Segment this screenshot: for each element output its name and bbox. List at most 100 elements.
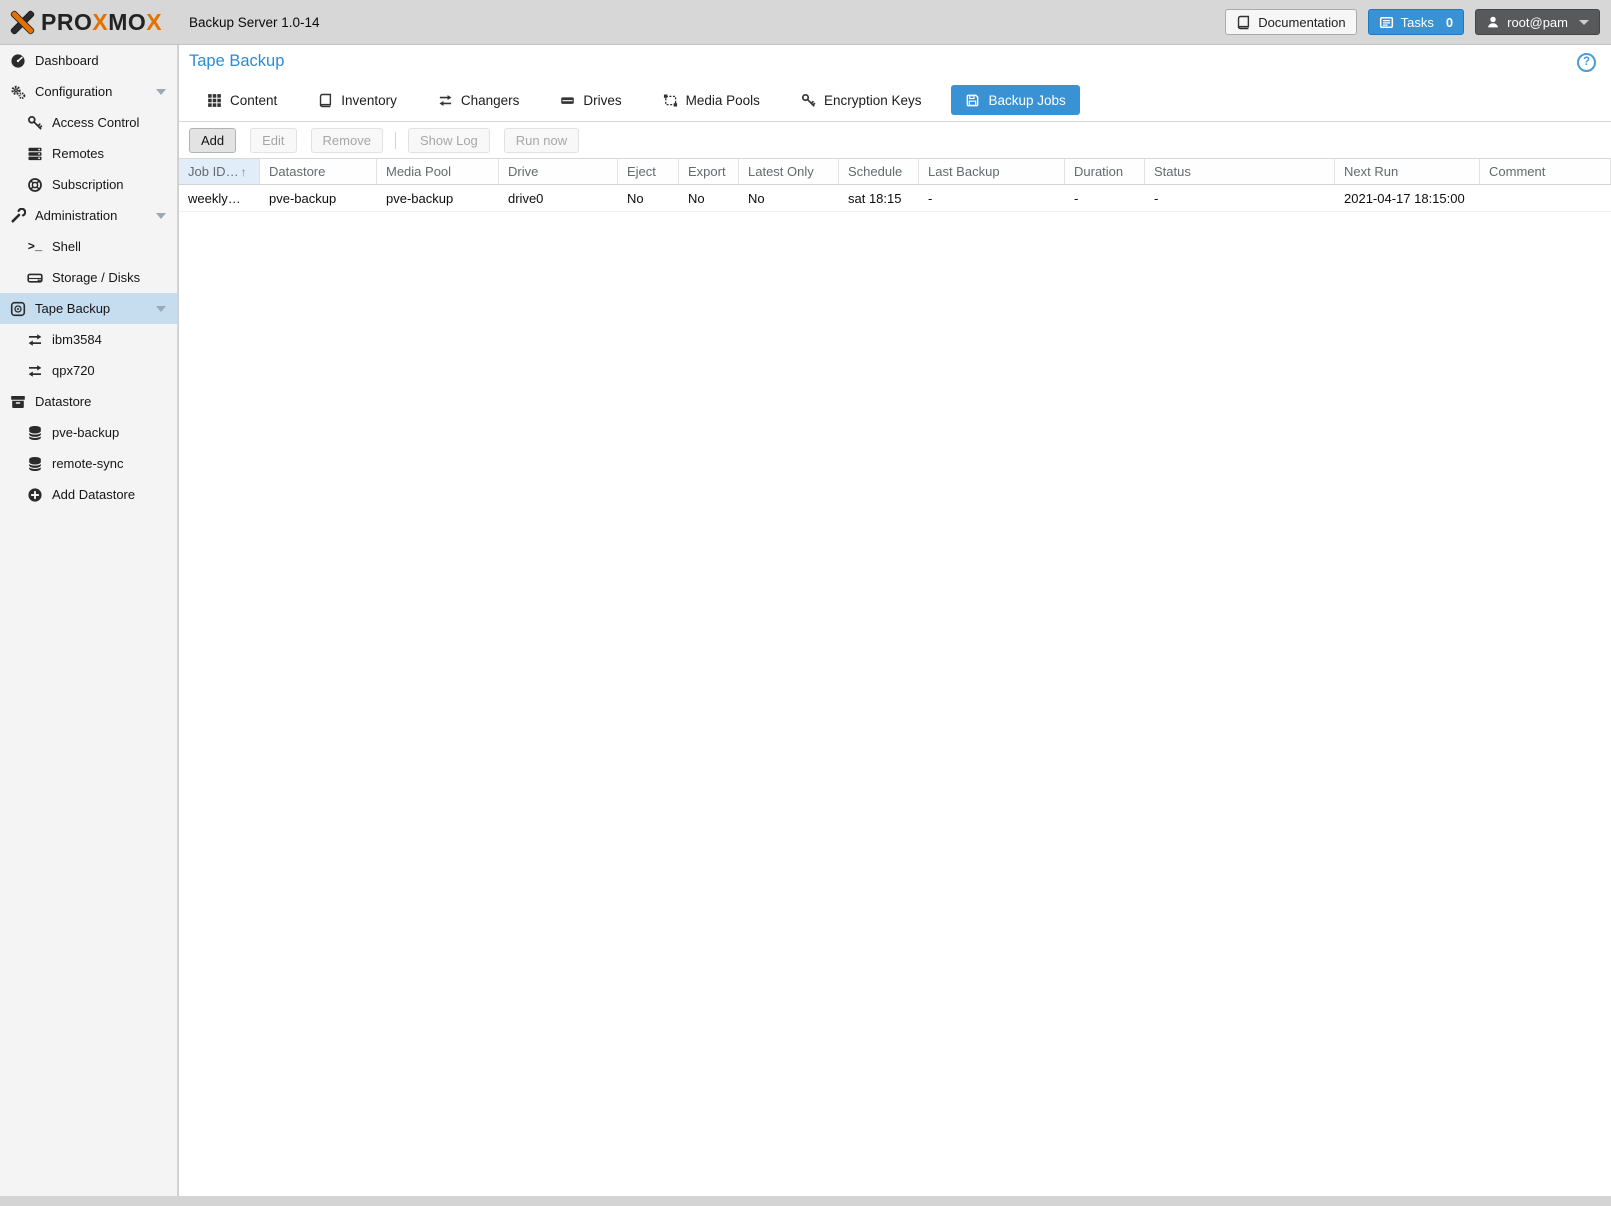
column-header-latest-only[interactable]: Latest Only (739, 159, 839, 184)
tab-bar: Content Inventory Changers Drives Media … (196, 85, 1080, 115)
backup-jobs-grid: Job ID… ↑ Datastore Media Pool Drive Eje… (179, 158, 1611, 1196)
cell-latest-only: No (748, 190, 765, 206)
sidebar: Dashboard Configuration Access Control R… (0, 45, 177, 1196)
remove-button[interactable]: Remove (310, 127, 383, 153)
chevron-down-icon (1579, 19, 1589, 25)
tab-label: Encryption Keys (823, 92, 922, 108)
tab-label: Inventory (341, 92, 397, 108)
tab-label: Content (230, 92, 278, 108)
column-header-comment[interactable]: Comment (1480, 159, 1611, 184)
column-header-schedule[interactable]: Schedule (839, 159, 919, 184)
drive-icon (560, 93, 575, 108)
sidebar-item-ibm3584[interactable]: ibm3584 (0, 324, 177, 355)
tab-media-pools[interactable]: Media Pools (652, 85, 771, 115)
proxmox-wordmark: PROXMOX (41, 8, 163, 35)
add-button[interactable]: Add (189, 127, 237, 153)
object-group-icon (663, 93, 678, 108)
sidebar-item-label: Configuration (35, 84, 113, 99)
grid-toolbar: Add Edit Remove Show Log Run now (179, 121, 1611, 158)
column-header-export[interactable]: Export (679, 159, 739, 184)
top-bar: PROXMOX Backup Server 1.0-14 Documentati… (0, 0, 1611, 45)
exchange-arrows-icon (438, 93, 453, 108)
column-header-drive[interactable]: Drive (499, 159, 618, 184)
tab-content[interactable]: Content (196, 85, 288, 115)
column-header-last-backup[interactable]: Last Backup (919, 159, 1065, 184)
gears-icon (10, 84, 26, 100)
tape-drive-icon (10, 301, 26, 317)
tab-label: Changers (460, 92, 520, 108)
sidebar-item-pve-backup[interactable]: pve-backup (0, 417, 177, 448)
run-now-button[interactable]: Run now (503, 127, 580, 153)
sidebar-item-label: Shell (52, 239, 81, 254)
documentation-button-label: Documentation (1258, 14, 1346, 30)
sidebar-item-label: ibm3584 (52, 332, 102, 347)
database-icon (27, 425, 43, 441)
cell-eject: No (627, 190, 644, 206)
proxmox-logo: PROXMOX (0, 9, 179, 36)
product-version-title: Backup Server 1.0-14 (189, 14, 320, 30)
cell-last-backup: - (928, 190, 933, 206)
table-row-weekly-backup[interactable]: weekly… pve-backup pve-backup drive0 No … (179, 185, 1611, 212)
exchange-arrows-icon (27, 332, 43, 348)
tab-label: Backup Jobs (988, 92, 1066, 108)
sidebar-item-storage-disks[interactable]: Storage / Disks (0, 262, 177, 293)
tab-label: Media Pools (685, 92, 760, 108)
sidebar-item-qpx720[interactable]: qpx720 (0, 355, 177, 386)
tasks-button-label: Tasks (1400, 14, 1434, 30)
edit-button[interactable]: Edit (250, 127, 297, 153)
sidebar-item-tape-backup[interactable]: Tape Backup (0, 293, 177, 324)
caret-down-icon (156, 213, 166, 219)
sidebar-item-label: Datastore (35, 394, 92, 409)
show-log-button[interactable]: Show Log (407, 127, 490, 153)
book-icon (1236, 15, 1251, 30)
help-icon[interactable]: ? (1577, 53, 1596, 72)
tab-drives[interactable]: Drives (549, 85, 632, 115)
sidebar-item-configuration[interactable]: Configuration (0, 76, 177, 107)
cell-datastore: pve-backup (269, 190, 337, 206)
sidebar-item-remotes[interactable]: Remotes (0, 138, 177, 169)
main-panel: Tape Backup ? Content Inventory Changers… (178, 45, 1611, 1196)
sidebar-item-access-control[interactable]: Access Control (0, 107, 177, 138)
sidebar-item-label: Add Datastore (52, 487, 136, 502)
tasks-count-badge: 0 (1445, 14, 1454, 30)
tab-backup-jobs[interactable]: Backup Jobs (951, 85, 1080, 115)
cell-next-run: 2021-04-17 18:15:00 (1344, 190, 1465, 206)
sidebar-item-shell[interactable]: >_ Shell (0, 231, 177, 262)
page-title: Tape Backup (189, 52, 285, 70)
sidebar-item-label: Subscription (52, 177, 124, 192)
column-header-media-pool[interactable]: Media Pool (377, 159, 499, 184)
tasks-button[interactable]: Tasks 0 (1367, 9, 1465, 35)
sidebar-item-label: Tape Backup (35, 301, 111, 316)
column-header-status[interactable]: Status (1145, 159, 1335, 184)
sidebar-item-remote-sync[interactable]: remote-sync (0, 448, 177, 479)
key-icon (27, 115, 43, 131)
sidebar-item-add-datastore[interactable]: Add Datastore (0, 479, 177, 510)
cell-drive: drive0 (508, 190, 544, 206)
sidebar-item-datastore[interactable]: Datastore (0, 386, 177, 417)
sidebar-item-subscription[interactable]: Subscription (0, 169, 177, 200)
toolbar-separator (394, 131, 396, 149)
column-header-next-run[interactable]: Next Run (1335, 159, 1480, 184)
sidebar-item-administration[interactable]: Administration (0, 200, 177, 231)
task-list-icon (1379, 15, 1394, 30)
dashboard-gauge-icon (10, 53, 26, 69)
hdd-icon (27, 270, 43, 286)
sidebar-item-label: Administration (35, 208, 118, 223)
sidebar-item-dashboard[interactable]: Dashboard (0, 45, 177, 76)
sidebar-item-label: Access Control (52, 115, 140, 130)
tab-changers[interactable]: Changers (427, 85, 531, 115)
cell-status: - (1154, 190, 1159, 206)
tab-inventory[interactable]: Inventory (307, 85, 408, 115)
cell-duration: - (1074, 190, 1079, 206)
column-header-eject[interactable]: Eject (618, 159, 679, 184)
documentation-button[interactable]: Documentation (1225, 9, 1357, 35)
column-header-datastore[interactable]: Datastore (260, 159, 377, 184)
cell-media-pool: pve-backup (386, 190, 454, 206)
tab-encryption-keys[interactable]: Encryption Keys (790, 85, 933, 115)
terminal-icon: >_ (27, 239, 43, 254)
column-header-duration[interactable]: Duration (1065, 159, 1145, 184)
user-menu-button[interactable]: root@pam (1475, 9, 1600, 35)
life-ring-icon (27, 177, 43, 193)
exchange-arrows-icon (27, 363, 43, 379)
column-header-job-id[interactable]: Job ID… ↑ (179, 159, 260, 184)
